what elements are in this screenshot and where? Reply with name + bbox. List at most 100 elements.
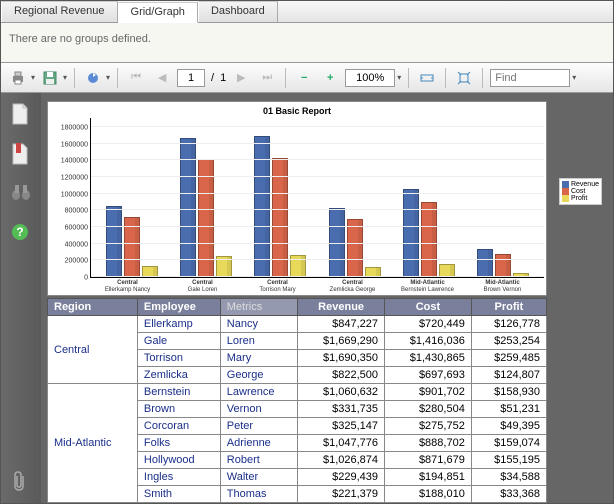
message-text: There are no groups defined. [9,33,151,45]
separator [408,68,409,88]
cell-cost: $275,752 [385,418,472,435]
cell-region: Mid-Atlantic [48,384,138,503]
bar-group [252,136,308,277]
save-button[interactable] [39,67,61,89]
page-sep: / [209,72,216,84]
chart-yaxis: 0200000400000600000800000100000012000001… [50,118,90,278]
page-input[interactable] [177,69,205,87]
tab-bar: Regional Revenue Grid/Graph Dashboard [1,1,613,23]
col-cost[interactable]: Cost [385,299,472,316]
cell-prof: $159,074 [471,435,546,452]
chart-plot [90,118,544,278]
cell-rev: $1,047,776 [298,435,385,452]
cell-cost: $697,693 [385,367,472,384]
find-input[interactable] [490,69,570,87]
table-row[interactable]: Mid-AtlanticBernsteinLawrence$1,060,632$… [48,384,547,401]
save-dropdown[interactable]: ▾ [63,73,67,82]
cell-last: Folks [137,435,220,452]
cell-last: Hollywood [137,452,220,469]
cell-prof: $49,395 [471,418,546,435]
work-area: ? 01 Basic Report 0200000400000600000800… [1,93,613,503]
attachment-icon[interactable] [11,471,31,493]
tab-grid-graph[interactable]: Grid/Graph [118,2,198,23]
cell-cost: $888,702 [385,435,472,452]
help-icon[interactable]: ? [11,223,31,245]
separator [117,68,118,88]
cell-cost: $720,449 [385,316,472,333]
cell-rev: $1,690,350 [298,350,385,367]
bar-profit [439,264,455,277]
bar-cost [495,254,511,277]
cell-rev: $221,379 [298,486,385,503]
cell-cost: $194,851 [385,469,472,486]
legend-item: Profit [562,195,599,202]
data-grid: Region Employee Metrics Revenue Cost Pro… [47,298,547,503]
chart-title: 01 Basic Report [50,104,544,118]
bar-group [475,249,531,277]
cell-first: Walter [220,469,297,486]
cell-last: Corcoran [137,418,220,435]
toolbar: ▾ ▾ ▾ ⏮ ◀ / 1 ▶ ⏭ − + ▾ ▾ [1,63,613,93]
bar-revenue [254,136,270,277]
cell-rev: $325,147 [298,418,385,435]
zoom-in-button[interactable]: + [319,67,341,89]
page-icon[interactable] [11,103,31,125]
first-page-button[interactable]: ⏮ [125,67,147,89]
refresh-button[interactable] [82,67,104,89]
cell-cost: $901,702 [385,384,472,401]
cell-cost: $871,679 [385,452,472,469]
refresh-dropdown[interactable]: ▾ [106,73,110,82]
cell-prof: $34,588 [471,469,546,486]
cell-last: Bernstein [137,384,220,401]
cell-first: Robert [220,452,297,469]
cell-rev: $847,227 [298,316,385,333]
prev-page-button[interactable]: ◀ [151,67,173,89]
tab-dashboard[interactable]: Dashboard [198,1,278,22]
cell-rev: $331,735 [298,401,385,418]
col-metrics[interactable]: Metrics [220,299,297,316]
next-page-button[interactable]: ▶ [230,67,252,89]
cell-last: Smith [137,486,220,503]
bookmark-icon[interactable] [11,143,31,165]
cell-prof: $158,930 [471,384,546,401]
find-dropdown[interactable]: ▾ [572,73,576,82]
cell-first: Mary [220,350,297,367]
zoom-dropdown[interactable]: ▾ [397,73,401,82]
bar-revenue [403,189,419,277]
col-profit[interactable]: Profit [471,299,546,316]
cell-rev: $1,026,874 [298,452,385,469]
cell-last: Torrison [137,350,220,367]
separator [445,68,446,88]
cell-first: Thomas [220,486,297,503]
cell-last: Gale [137,333,220,350]
cell-cost: $1,416,036 [385,333,472,350]
col-revenue[interactable]: Revenue [298,299,385,316]
print-dropdown[interactable]: ▾ [31,73,35,82]
print-button[interactable] [7,67,29,89]
zoom-out-button[interactable]: − [293,67,315,89]
col-employee[interactable]: Employee [137,299,220,316]
binoculars-icon[interactable] [11,183,31,205]
fit-width-button[interactable] [416,67,438,89]
xaxis-label: Mid-AtlanticBernstein Lawrence [400,280,456,293]
page-total: 1 [220,72,226,84]
cell-prof: $155,195 [471,452,546,469]
cell-prof: $253,254 [471,333,546,350]
cell-first: Loren [220,333,297,350]
table-row[interactable]: CentralEllerkampNancy$847,227$720,449$12… [48,316,547,333]
xaxis-label: CentralEllerkamp Nancy [100,280,156,293]
xaxis-label: CentralTorrison Mary [250,280,306,293]
last-page-button[interactable]: ⏭ [256,67,278,89]
col-region[interactable]: Region [48,299,138,316]
message-bar: There are no groups defined. [1,23,613,63]
cell-cost: $188,010 [385,486,472,503]
cell-first: Adrienne [220,435,297,452]
cell-prof: $124,807 [471,367,546,384]
cell-prof: $33,368 [471,486,546,503]
chart: 0200000400000600000800000100000012000001… [50,118,544,278]
bar-revenue [477,249,493,277]
xaxis-label: CentralGale Loren [175,280,231,293]
tab-regional-revenue[interactable]: Regional Revenue [1,1,118,22]
zoom-input[interactable] [345,69,395,87]
fit-page-button[interactable] [453,67,475,89]
